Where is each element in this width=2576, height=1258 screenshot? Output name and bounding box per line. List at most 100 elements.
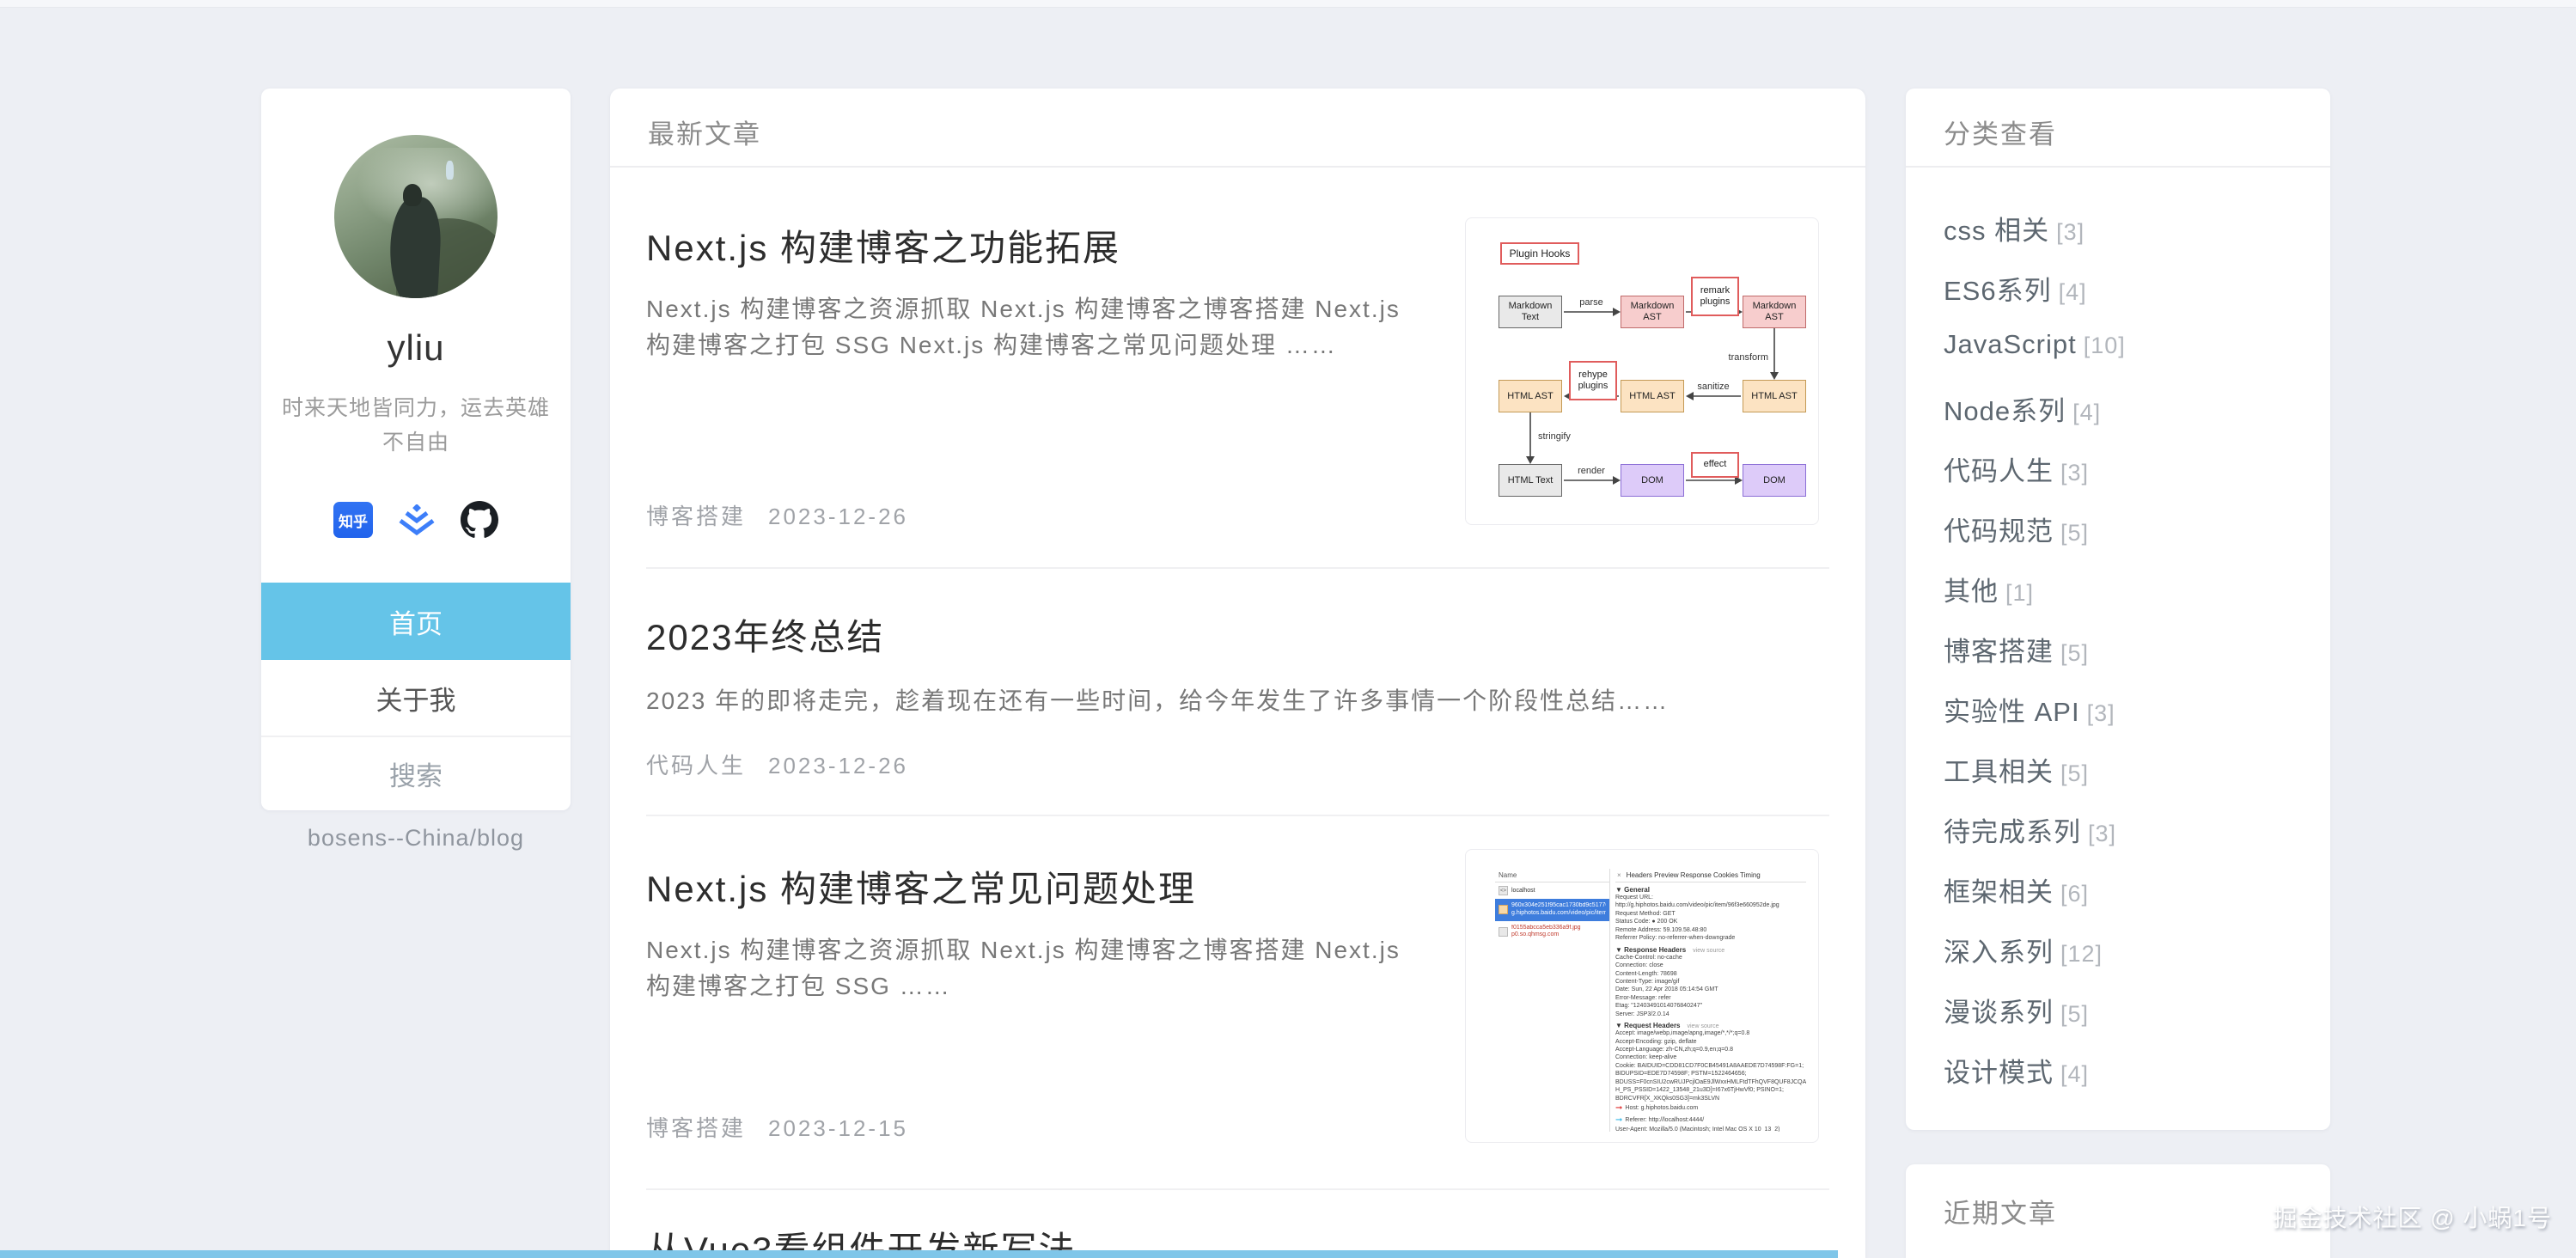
category-label: Node系列: [1944, 396, 2066, 426]
devtools-tabs: ×Headers Preview Response Cookies Timing: [1615, 869, 1806, 882]
article-title[interactable]: Next.js 构建博客之功能拓展: [646, 219, 1120, 272]
devtools-tab-labels: Headers Preview Response Cookies Timing: [1627, 871, 1761, 879]
juejin-icon[interactable]: [397, 504, 436, 535]
flowchart-edge-parse: parse: [1566, 297, 1617, 308]
file-icon: <>: [1499, 886, 1508, 895]
flowchart-node-markdown-ast: Markdown AST: [1743, 296, 1806, 328]
category-count: [4]: [2060, 1061, 2089, 1087]
category-item[interactable]: 深入系列[12]: [1944, 931, 2103, 969]
latest-articles-card: 最新文章 Next.js 构建博客之功能拓展 Next.js 构建博客之资源抓取…: [610, 89, 1865, 1258]
category-item[interactable]: 设计模式[4]: [1944, 1051, 2089, 1090]
flowchart-node-markdown-text: Markdown Text: [1499, 296, 1562, 328]
referer-header-text: Referer: http://localhost:4444/: [1625, 1116, 1704, 1124]
header-divider: [610, 166, 1865, 168]
flowchart-edge-sanitize: sanitize: [1679, 382, 1748, 392]
bottom-accent-bar: [0, 1250, 1838, 1258]
article-category[interactable]: 代码人生: [646, 753, 746, 779]
latest-articles-header: 最新文章: [648, 113, 761, 151]
category-count: [1]: [2005, 580, 2034, 606]
category-item[interactable]: css 相关[3]: [1944, 209, 2085, 247]
red-arrow-icon: ➞: [1615, 1102, 1622, 1114]
devtools-general-title: ▼ General: [1615, 886, 1806, 894]
broken-image-icon: [1499, 927, 1508, 937]
article-title[interactable]: 2023年终总结: [646, 608, 884, 661]
view-source-link: view source: [1688, 1023, 1719, 1029]
category-item[interactable]: 其他[1]: [1944, 570, 2034, 608]
request-domain: g.hiphotos.baidu.com/video/pic/item: [1511, 910, 1606, 918]
article-meta: 博客搭建2023-12-26: [646, 499, 908, 531]
article-category[interactable]: 博客搭建: [646, 1115, 746, 1141]
category-item[interactable]: 待完成系列[3]: [1944, 810, 2116, 849]
article-category[interactable]: 博客搭建: [646, 504, 746, 529]
zhihu-icon[interactable]: 知乎: [333, 502, 373, 538]
article-divider: [646, 1188, 1829, 1190]
header-divider: [1906, 166, 2330, 168]
category-label: 工具相关: [1944, 757, 2054, 787]
flowchart-node-markdown-ast: Markdown AST: [1621, 296, 1684, 328]
category-item[interactable]: ES6系列[4]: [1944, 269, 2087, 308]
flowchart-node-dom: DOM: [1621, 464, 1684, 497]
category-label: 博客搭建: [1944, 637, 2054, 667]
category-count: [12]: [2060, 941, 2103, 967]
article-thumbnail-devtools[interactable]: Name <> localhost 960x304e251f95cac1730b…: [1465, 849, 1819, 1143]
category-item[interactable]: 博客搭建[5]: [1944, 630, 2089, 669]
devtools-referer-line: ➞Referer: http://localhost:4444/: [1615, 1114, 1806, 1127]
devtools-host-line: ➞Host: g.hiphotos.baidu.com: [1615, 1102, 1806, 1114]
category-count: [3]: [2056, 219, 2085, 245]
github-icon[interactable]: [461, 501, 498, 539]
profile-card: yliu 时来天地皆同力，运去英雄不自由 知乎 首页 关于我 搜索: [261, 89, 571, 810]
avatar-figure-head-art: [403, 184, 422, 206]
profile-motto: 时来天地皆同力，运去英雄不自由: [278, 391, 553, 460]
category-count: [5]: [2060, 640, 2089, 666]
article-excerpt: Next.js 构建博客之资源抓取 Next.js 构建博客之博客搭建 Next…: [646, 291, 1430, 363]
category-label: 设计模式: [1944, 1058, 2054, 1088]
nav-item-about[interactable]: 关于我: [261, 660, 571, 737]
article-title[interactable]: Next.js 构建博客之常见问题处理: [646, 860, 1196, 913]
avatar[interactable]: [334, 135, 497, 298]
blue-arrow-icon: ➞: [1615, 1114, 1622, 1127]
category-item[interactable]: 代码规范[5]: [1944, 510, 2089, 548]
category-item[interactable]: 代码人生[3]: [1944, 449, 2089, 488]
devtools-detail-panel: ×Headers Preview Response Cookies Timing…: [1610, 869, 1806, 1132]
devtools-response-title: ▼ Response Headersview source: [1615, 946, 1806, 954]
category-item[interactable]: JavaScript[10]: [1944, 329, 2126, 360]
host-header-text: Host: g.hiphotos.baidu.com: [1625, 1104, 1698, 1112]
nav-item-home[interactable]: 首页: [261, 583, 571, 660]
article-meta: 代码人生 2023-12-26: [646, 748, 908, 780]
request-name: 960x304e251f95cac1730bd9c51770e960...: [1511, 902, 1606, 910]
category-count: [5]: [2060, 1001, 2089, 1027]
devtools-general-lines: Request URL: http://g.hiphotos.baidu.com…: [1615, 894, 1806, 943]
category-label: 代码人生: [1944, 456, 2054, 486]
category-count: [4]: [2072, 400, 2101, 425]
category-label: 漫谈系列: [1944, 998, 2054, 1028]
article-date: 2023-12-26: [768, 753, 908, 779]
devtools-request-row-selected: 960x304e251f95cac1730bd9c51770e960... g.…: [1495, 899, 1609, 921]
article-divider: [646, 567, 1829, 569]
repo-link[interactable]: bosens--China/blog: [261, 825, 571, 852]
category-label: 框架相关: [1944, 877, 2054, 907]
flowchart-node-html-ast: HTML AST: [1743, 380, 1806, 412]
categories-header: 分类查看: [1944, 113, 2057, 151]
category-label: 深入系列: [1944, 937, 2054, 968]
article-thumbnail-flowchart[interactable]: Plugin Hooks Markdown Text Markdown AST …: [1465, 217, 1819, 525]
article-divider: [646, 815, 1829, 816]
devtools-request-title: ▼ Request Headersview source: [1615, 1022, 1806, 1029]
article-excerpt: Next.js 构建博客之资源抓取 Next.js 构建博客之博客搭建 Next…: [646, 932, 1430, 1005]
category-count: [6]: [2060, 881, 2089, 907]
article-meta: 博客搭建2023-12-15: [646, 1111, 908, 1143]
category-item[interactable]: 框架相关[6]: [1944, 870, 2089, 909]
category-item[interactable]: Node系列[4]: [1944, 389, 2101, 428]
request-domain: p0.so.qhmsg.com: [1511, 931, 1581, 939]
flowchart-node-html-text: HTML Text: [1499, 464, 1562, 497]
category-item[interactable]: 工具相关[5]: [1944, 750, 2089, 789]
categories-card: 分类查看 css 相关[3] ES6系列[4] JavaScript[10] N…: [1906, 89, 2330, 1130]
nav-item-search[interactable]: 搜索: [261, 737, 571, 810]
image-file-icon: [1499, 905, 1508, 914]
category-item[interactable]: 实验性 API[3]: [1944, 690, 2115, 729]
flowchart: Plugin Hooks Markdown Text Markdown AST …: [1466, 218, 1818, 524]
juejin-watermark: 掘金技术社区 @ 小蜗1号: [2273, 1200, 2552, 1234]
devtools-name-column: Name <> localhost 960x304e251f95cac1730b…: [1495, 869, 1610, 1132]
flowchart-remark-plugins-box: remark plugins: [1691, 277, 1739, 316]
devtools-user-agent-line: User-Agent: Mozilla/5.0 (Macintosh; Inte…: [1615, 1126, 1806, 1132]
category-item[interactable]: 漫谈系列[5]: [1944, 991, 2089, 1029]
